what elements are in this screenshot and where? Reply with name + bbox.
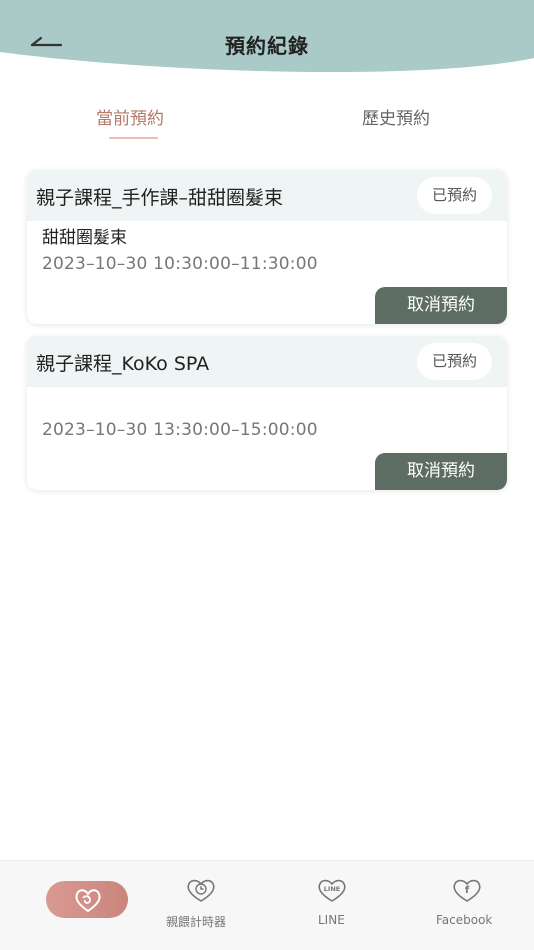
booking-subtitle: 甜甜圈髮束 (42, 228, 127, 248)
booking-title: 親子課程_手作課–甜甜圈髮束 (36, 187, 284, 209)
tab-history-bookings[interactable]: 歷史預約 (362, 104, 430, 129)
svg-text:f: f (465, 885, 470, 896)
facebook-heart-icon: f (453, 879, 481, 902)
nav-home[interactable] (20, 861, 128, 950)
booking-tabs: 當前預約 歷史預約 (0, 96, 534, 146)
booking-time: 2023–10–30 13:30:00–15:00:00 (42, 420, 318, 440)
booking-card-header: 親子課程_KoKo SPA 已預約 (27, 336, 507, 387)
nav-label: 親餵計時器 (166, 915, 227, 929)
status-badge: 已預約 (417, 177, 492, 214)
booking-card: 親子課程_KoKo SPA 已預約 2023–10–30 13:30:00–15… (27, 336, 507, 490)
booking-title: 親子課程_KoKo SPA (36, 353, 210, 375)
active-tab-indicator (109, 137, 158, 139)
nav-label: LINE (318, 913, 345, 927)
status-badge: 已預約 (417, 343, 492, 380)
nav-line[interactable]: LINE LINE (290, 861, 376, 950)
cancel-booking-button[interactable]: 取消預約 (375, 453, 507, 490)
line-heart-icon: LINE (318, 879, 346, 902)
svg-text:LINE: LINE (324, 885, 340, 893)
nav-label: Facebook (436, 913, 493, 927)
nav-feeding-timer[interactable]: 親餵計時器 (152, 861, 248, 950)
booking-card-header: 親子課程_手作課–甜甜圈髮束 已預約 (27, 170, 507, 221)
nav-facebook[interactable]: f Facebook (420, 861, 520, 950)
header: 預約紀錄 (0, 0, 534, 80)
page-title: 預約紀錄 (225, 34, 309, 58)
booking-time: 2023–10–30 10:30:00–11:30:00 (42, 254, 318, 274)
tab-current-bookings[interactable]: 當前預約 (96, 104, 164, 129)
booking-card: 親子課程_手作課–甜甜圈髮束 已預約 甜甜圈髮束 2023–10–30 10:3… (27, 170, 507, 324)
cancel-booking-button[interactable]: 取消預約 (375, 287, 507, 324)
bottom-navigation: 親餵計時器 LINE LINE f Facebook (0, 860, 534, 950)
booking-records-page: 預約紀錄 當前預約 歷史預約 親子課程_手作課–甜甜圈髮束 已預約 甜甜圈髮束 … (0, 0, 534, 950)
heart-logo-icon (75, 889, 101, 913)
timer-heart-icon (187, 879, 215, 902)
